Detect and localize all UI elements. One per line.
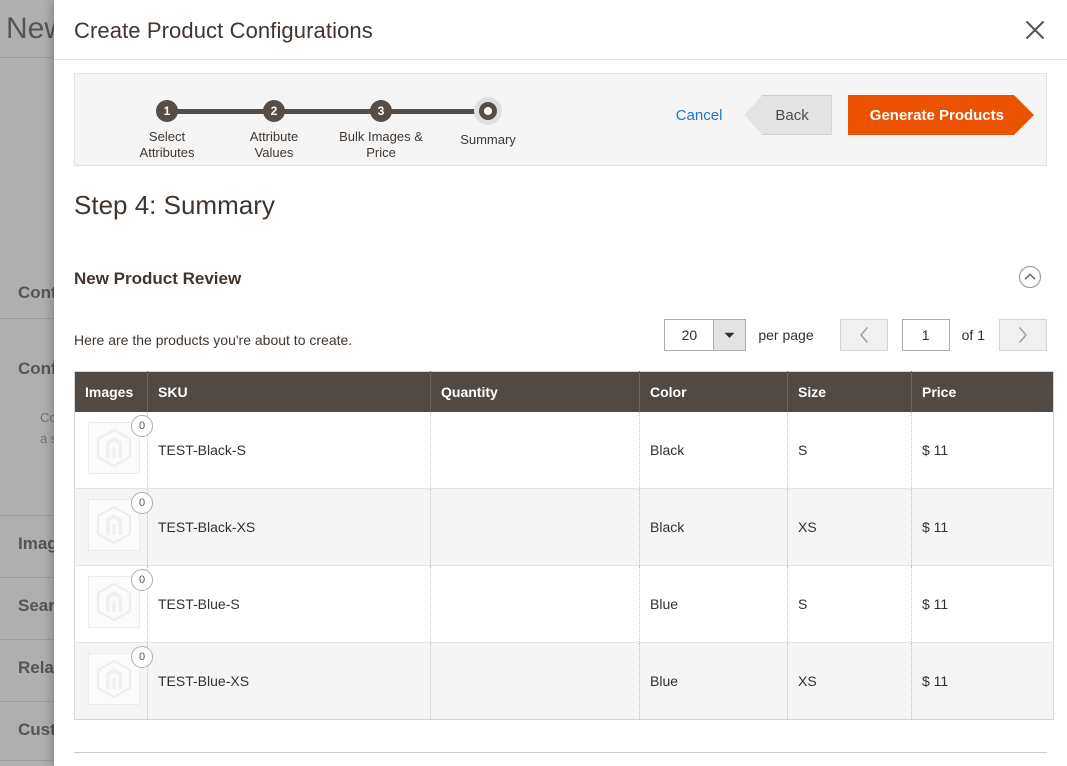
wizard-steps: 1 Select Attributes 2 Attribute Values 3 xyxy=(107,88,516,160)
wizard-step-3-number: 3 xyxy=(370,100,392,122)
section-note-row: Here are the products you're about to cr… xyxy=(74,319,1047,354)
cell-price: $ 11 xyxy=(911,412,1054,489)
section-header: New Product Review xyxy=(74,265,1047,295)
wizard-step-1-number: 1 xyxy=(156,100,178,122)
generate-products-button[interactable]: Generate Products xyxy=(848,95,1034,135)
previous-page-button[interactable] xyxy=(839,319,888,351)
modal-header: Create Product Configurations xyxy=(54,0,1067,60)
image-count-badge: 0 xyxy=(131,415,153,437)
cell-quantity xyxy=(430,488,640,566)
cell-quantity xyxy=(430,412,640,489)
cell-images: 0 xyxy=(74,642,153,720)
product-thumbnail[interactable]: 0 xyxy=(88,492,153,555)
cell-sku: TEST-Blue-S xyxy=(147,565,431,643)
table-row[interactable]: 0 TEST-Black-S Black S $ 11 xyxy=(74,412,1054,489)
wizard-step-1-label-line2: Attributes xyxy=(139,145,195,160)
per-page-select[interactable]: 20 xyxy=(664,319,747,351)
wizard-step-3[interactable]: 3 Bulk Images & Price xyxy=(321,88,441,161)
wizard-step-4-label-line1: Summary xyxy=(460,132,516,147)
table-header: Images SKU Quantity Color Size Price xyxy=(74,371,1054,412)
product-thumbnail[interactable]: 0 xyxy=(88,569,153,632)
cell-images: 0 xyxy=(74,412,153,489)
cell-size: XS xyxy=(787,642,912,720)
wizard-step-2-label: Attribute Values xyxy=(214,129,334,161)
wizard-nav: 1 Select Attributes 2 Attribute Values 3 xyxy=(74,73,1047,166)
per-page-label: per page xyxy=(758,327,814,343)
cell-sku: TEST-Blue-XS xyxy=(147,642,431,720)
cell-price: $ 11 xyxy=(911,642,1054,720)
cell-sku: TEST-Black-XS xyxy=(147,488,431,566)
wizard-step-4-marker xyxy=(474,97,502,125)
cell-size: S xyxy=(787,412,912,489)
column-header-price: Price xyxy=(911,371,1054,412)
cell-price: $ 11 xyxy=(911,488,1054,566)
modal-title: Create Product Configurations xyxy=(74,18,373,43)
wizard-step-3-label-line1: Bulk Images & xyxy=(339,129,423,144)
column-header-images: Images xyxy=(74,371,148,412)
wizard-step-2-number: 2 xyxy=(263,100,285,122)
column-header-sku: SKU xyxy=(147,371,431,412)
cell-sku: TEST-Black-S xyxy=(147,412,431,489)
wizard-actions: Cancel Back Generate Products xyxy=(676,95,1034,135)
cell-size: XS xyxy=(787,488,912,566)
chevron-up-circle-icon[interactable] xyxy=(1017,265,1043,291)
modal-bottom-divider xyxy=(74,752,1047,753)
column-header-quantity: Quantity xyxy=(430,371,640,412)
page-total-label: of 1 xyxy=(961,327,985,343)
product-thumbnail[interactable]: 0 xyxy=(88,415,153,478)
wizard-step-1-label: Select Attributes xyxy=(107,129,227,161)
image-count-badge: 0 xyxy=(131,646,153,668)
wizard-step-1[interactable]: 1 Select Attributes xyxy=(107,88,227,161)
cell-images: 0 xyxy=(74,565,153,643)
wizard-step-4[interactable]: Summary xyxy=(428,88,548,148)
back-button[interactable]: Back xyxy=(744,95,832,135)
table-row[interactable]: 0 TEST-Black-XS Black XS $ 11 xyxy=(74,488,1054,566)
cell-size: S xyxy=(787,565,912,643)
cell-images: 0 xyxy=(74,488,153,566)
per-page-value: 20 xyxy=(681,327,698,343)
create-product-configurations-modal: Create Product Configurations 1 Select A… xyxy=(54,0,1067,766)
next-page-button[interactable] xyxy=(999,319,1047,351)
cell-color: Blue xyxy=(639,642,788,720)
pagination-controls: 20 per page of 1 xyxy=(664,319,1047,351)
cell-quantity xyxy=(430,642,640,720)
cell-quantity xyxy=(430,565,640,643)
wizard-step-4-label: Summary xyxy=(428,132,548,148)
table-header-row: Images SKU Quantity Color Size Price xyxy=(74,371,1054,412)
product-review-table: Images SKU Quantity Color Size Price 0 TE… xyxy=(74,371,1054,720)
close-icon[interactable] xyxy=(1017,12,1053,48)
image-count-badge: 0 xyxy=(131,492,153,514)
section-note-text: Here are the products you're about to cr… xyxy=(74,332,353,348)
cell-price: $ 11 xyxy=(911,565,1054,643)
cancel-button[interactable]: Cancel xyxy=(676,107,723,124)
modal-body: 1 Select Attributes 2 Attribute Values 3 xyxy=(54,60,1067,720)
image-count-badge: 0 xyxy=(131,569,153,591)
table-row[interactable]: 0 TEST-Blue-S Blue S $ 11 xyxy=(74,565,1054,643)
wizard-step-2-label-line2: Values xyxy=(254,145,294,160)
cell-color: Black xyxy=(639,412,788,489)
cell-color: Black xyxy=(639,488,788,566)
column-header-size: Size xyxy=(787,371,912,412)
wizard-step-3-label-line2: Price xyxy=(366,145,396,160)
wizard-step-2[interactable]: 2 Attribute Values xyxy=(214,88,334,161)
step-heading: Step 4: Summary xyxy=(74,190,275,220)
product-thumbnail[interactable]: 0 xyxy=(88,646,153,709)
table-row[interactable]: 0 TEST-Blue-XS Blue XS $ 11 xyxy=(74,642,1054,720)
wizard-step-1-label-line1: Select xyxy=(148,129,186,144)
column-header-color: Color xyxy=(639,371,788,412)
chevron-down-icon[interactable] xyxy=(713,320,746,350)
table-body: 0 TEST-Black-S Black S $ 11 0 TEST-Black-XS Bla… xyxy=(74,412,1054,720)
wizard-step-2-label-line1: Attribute xyxy=(249,129,299,144)
page-number-input[interactable] xyxy=(901,319,950,351)
section-title: New Product Review xyxy=(74,269,242,288)
cell-color: Blue xyxy=(639,565,788,643)
wizard-step-3-label: Bulk Images & Price xyxy=(321,129,441,161)
